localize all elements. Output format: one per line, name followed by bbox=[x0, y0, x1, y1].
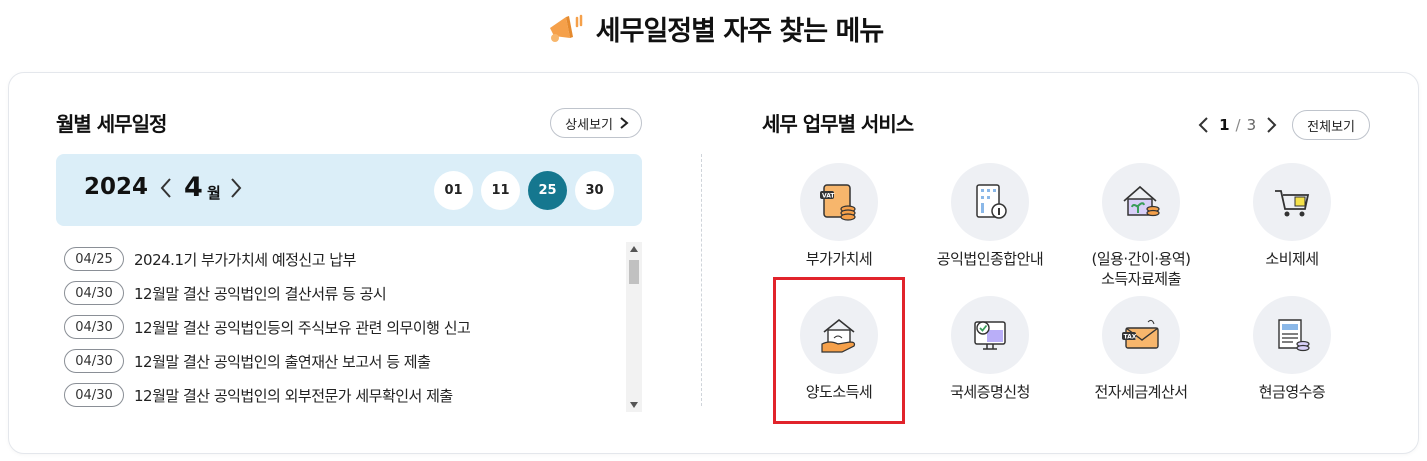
schedule-text: 12월말 결산 공익법인의 외부전문가 세무확인서 제출 bbox=[134, 386, 453, 405]
month-unit: 월 bbox=[207, 184, 221, 202]
date-badge: 04/25 bbox=[64, 247, 124, 271]
certificate-monitor-icon bbox=[951, 296, 1029, 374]
service-label: 소비제세 bbox=[1222, 249, 1362, 269]
megaphone-icon bbox=[549, 14, 583, 42]
panel-divider bbox=[701, 154, 702, 406]
service-label-line1: 소비제세 bbox=[1265, 250, 1319, 268]
service-label-line1: (일용·간이·용역) bbox=[1091, 250, 1191, 268]
scroll-down-icon[interactable] bbox=[626, 398, 642, 412]
schedule-item[interactable]: 04/30 12월말 결산 공익법인의 결산서류 등 공시 bbox=[56, 276, 642, 310]
detail-view-button[interactable]: 상세보기 bbox=[550, 108, 642, 138]
services-pager: 1 / 3 전체보기 bbox=[1195, 110, 1370, 140]
service-label-line1: 전자세금계산서 bbox=[1094, 383, 1188, 401]
building-info-icon bbox=[951, 163, 1029, 241]
tax-envelope-icon: TAX bbox=[1102, 296, 1180, 374]
service-income-data[interactable]: (일용·간이·용역) 소득자료제출 bbox=[1071, 163, 1211, 289]
chevron-right-icon bbox=[620, 117, 629, 129]
services-title: 세무 업무별 서비스 bbox=[762, 112, 914, 136]
section-header: 세무일정별 자주 찾는 메뉴 bbox=[0, 8, 1427, 48]
service-label-line1: 부가가치세 bbox=[805, 250, 873, 268]
service-label: 공익법인종합안내 bbox=[920, 249, 1060, 269]
receipt-coins-icon bbox=[1253, 296, 1331, 374]
shopping-cart-icon bbox=[1253, 163, 1331, 241]
service-label-line1: 국세증명신청 bbox=[950, 383, 1030, 401]
service-label: 국세증명신청 bbox=[920, 382, 1060, 402]
month-selector: 2024 4 월 01 11 25 30 bbox=[56, 154, 642, 226]
monthly-schedule-panel: 월별 세무일정 상세보기 2024 4 월 01 11 25 30 04/25 … bbox=[56, 104, 642, 444]
schedule-item[interactable]: 04/30 12월말 결산 공익법인등의 주식보유 관련 의무이행 신고 bbox=[56, 310, 642, 344]
date-badge: 04/30 bbox=[64, 281, 124, 305]
prev-page-button[interactable] bbox=[1195, 114, 1213, 136]
schedule-item[interactable]: 04/30 12월말 결산 공익법인의 외부전문가 세무확인서 제출 bbox=[56, 378, 642, 412]
schedule-text: 12월말 결산 공익법인등의 주식보유 관련 의무이행 신고 bbox=[134, 318, 471, 337]
service-public-interest[interactable]: 공익법인종합안내 bbox=[920, 163, 1060, 269]
day-button-active[interactable]: 25 bbox=[528, 171, 567, 210]
detail-view-label: 상세보기 bbox=[565, 117, 613, 133]
service-label: 현금영수증 bbox=[1222, 382, 1362, 402]
next-page-button[interactable] bbox=[1262, 114, 1280, 136]
vat-document-icon: VAT bbox=[800, 163, 878, 241]
day-buttons: 01 11 25 30 bbox=[434, 171, 614, 210]
schedule-list: 04/25 2024.1기 부가가치세 예정신고 납부 04/30 12월말 결… bbox=[56, 242, 642, 412]
schedule-text: 2024.1기 부가가치세 예정신고 납부 bbox=[134, 250, 356, 269]
highlight-box bbox=[773, 277, 905, 424]
day-button[interactable]: 30 bbox=[575, 171, 614, 210]
schedule-text: 12월말 결산 공익법인의 결산서류 등 공시 bbox=[134, 284, 387, 303]
date-badge: 04/30 bbox=[64, 315, 124, 339]
day-button[interactable]: 01 bbox=[434, 171, 473, 210]
section-title: 세무일정별 자주 찾는 메뉴 bbox=[595, 15, 884, 47]
service-label: (일용·간이·용역) 소득자료제출 bbox=[1071, 249, 1211, 289]
svg-text:TAX: TAX bbox=[1124, 334, 1137, 341]
page-separator: / bbox=[1235, 116, 1241, 134]
page-total: 3 bbox=[1246, 116, 1257, 134]
year-label: 2024 bbox=[84, 174, 149, 200]
house-plant-coins-icon bbox=[1102, 163, 1180, 241]
scroll-up-icon[interactable] bbox=[626, 242, 642, 256]
service-label-line2: 소득자료제출 bbox=[1101, 270, 1181, 288]
service-label-line1: 현금영수증 bbox=[1258, 383, 1326, 401]
service-vat[interactable]: VAT 부가가치세 bbox=[769, 163, 909, 269]
service-label: 전자세금계산서 bbox=[1071, 382, 1211, 402]
schedule-title: 월별 세무일정 bbox=[56, 112, 167, 136]
next-month-button[interactable] bbox=[226, 176, 246, 200]
schedule-scrollbar[interactable] bbox=[626, 242, 642, 412]
service-label-line1: 공익법인종합안내 bbox=[936, 250, 1044, 268]
service-label: 부가가치세 bbox=[769, 249, 909, 269]
date-badge: 04/30 bbox=[64, 383, 124, 407]
service-cash-receipt[interactable]: 현금영수증 bbox=[1222, 296, 1362, 402]
schedule-item[interactable]: 04/30 12월말 결산 공익법인의 출연재산 보고서 등 제출 bbox=[56, 344, 642, 378]
page-current: 1 bbox=[1219, 116, 1230, 134]
svg-text:VAT: VAT bbox=[822, 193, 835, 200]
service-e-tax-invoice[interactable]: TAX 전자세금계산서 bbox=[1071, 296, 1211, 402]
month-number: 4 bbox=[184, 172, 203, 203]
date-badge: 04/30 bbox=[64, 349, 124, 373]
scroll-thumb[interactable] bbox=[629, 260, 639, 284]
prev-month-button[interactable] bbox=[156, 176, 176, 200]
day-button[interactable]: 11 bbox=[481, 171, 520, 210]
view-all-button[interactable]: 전체보기 bbox=[1292, 110, 1370, 140]
service-consumption-tax[interactable]: 소비제세 bbox=[1222, 163, 1362, 269]
schedule-item[interactable]: 04/25 2024.1기 부가가치세 예정신고 납부 bbox=[56, 242, 642, 276]
service-tax-certificate[interactable]: 국세증명신청 bbox=[920, 296, 1060, 402]
schedule-text: 12월말 결산 공익법인의 출연재산 보고서 등 제출 bbox=[134, 352, 431, 371]
